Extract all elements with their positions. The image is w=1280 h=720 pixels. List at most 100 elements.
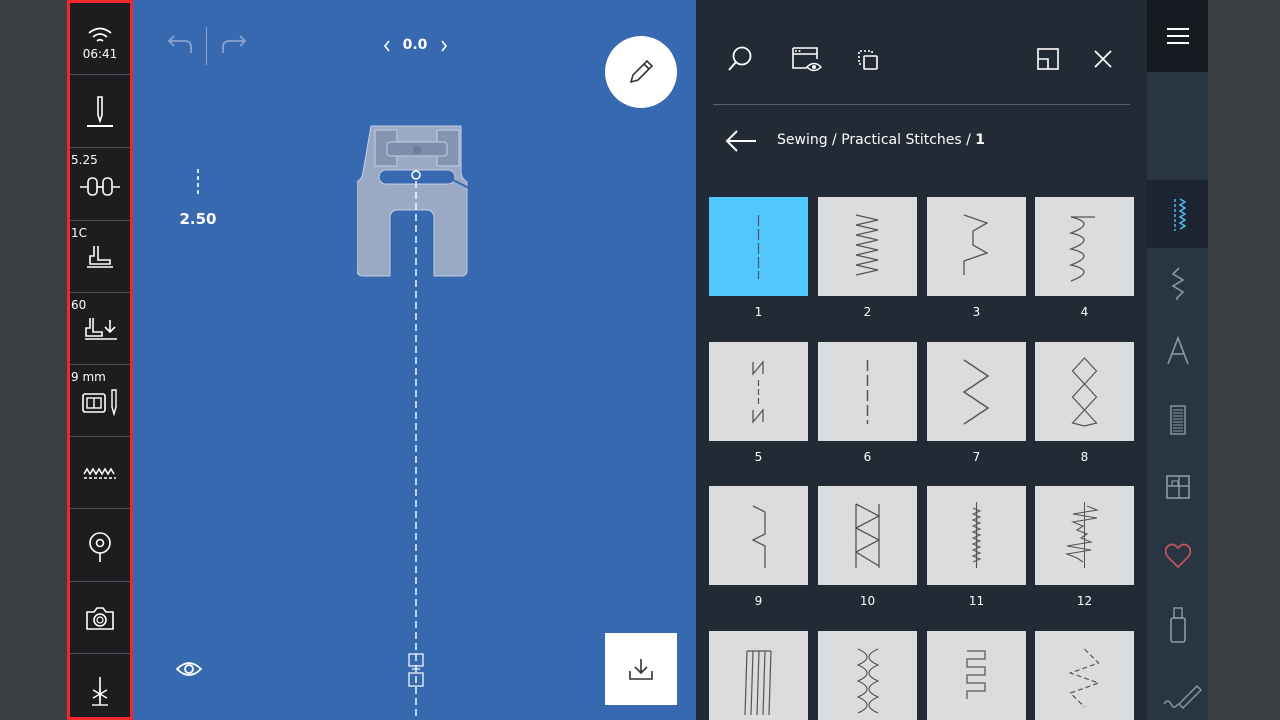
chevron-right-icon[interactable] <box>439 39 449 53</box>
hoop-needle-icon <box>82 389 117 417</box>
usb-icon <box>1170 607 1186 643</box>
stitch-number: 12 <box>1076 594 1093 608</box>
needle-stop-icon <box>92 677 108 706</box>
stitch-tile-7[interactable] <box>927 342 1026 441</box>
needle-button[interactable] <box>70 75 130 148</box>
practical-stitches-icon <box>1174 198 1187 231</box>
edit-button[interactable] <box>605 36 677 108</box>
stitch-tile-4[interactable] <box>1035 197 1134 296</box>
stitch-15-icon <box>966 650 986 699</box>
nav-alphabets[interactable] <box>1147 318 1208 386</box>
stitch-number: 7 <box>972 450 981 464</box>
needle-icon <box>87 96 113 127</box>
stitch-11-icon <box>971 502 982 568</box>
stitch-3-icon <box>963 214 989 275</box>
duplicate-icon[interactable] <box>856 48 880 72</box>
buttonholes-icon <box>1170 405 1186 435</box>
stitch-tile-10[interactable] <box>818 486 917 585</box>
menu-button[interactable] <box>1147 0 1208 72</box>
freehand-icon <box>1163 685 1202 709</box>
menu-icon <box>1167 28 1189 44</box>
stitch-6-icon <box>866 360 869 424</box>
stitch-number: 2 <box>863 305 872 319</box>
stitch-tile-1[interactable] <box>709 197 808 296</box>
alphabet-icon <box>1167 335 1189 365</box>
stitch-tile-11[interactable] <box>927 486 1026 585</box>
stitch-number: 3 <box>972 305 981 319</box>
feed-dog-button[interactable] <box>70 437 130 509</box>
stitch-tile-8[interactable] <box>1035 342 1134 441</box>
stitch-number: 9 <box>754 594 763 608</box>
download-icon <box>629 659 653 680</box>
stitch-number: 5 <box>754 450 763 464</box>
undo-icon[interactable] <box>165 33 195 57</box>
nav-decorative-stitches[interactable] <box>1147 250 1208 318</box>
stitch-tile-16[interactable] <box>1035 631 1134 720</box>
presser-foot-pressure-button[interactable]: 60 <box>70 293 130 365</box>
left-toolbar: 06:41 5.25 1C 60 9 mm <box>67 0 133 720</box>
stitch-13-icon <box>744 650 772 716</box>
camera-icon <box>86 607 114 630</box>
hoop-needle-button[interactable]: 9 mm <box>70 365 130 437</box>
stitch-14-icon <box>856 648 880 714</box>
presser-foot-button[interactable]: 1C <box>70 221 130 293</box>
camera-button[interactable] <box>70 582 130 654</box>
thread-tension-value: 5.25 <box>71 153 98 167</box>
wifi-icon <box>88 27 112 42</box>
presser-foot-icon <box>87 246 113 268</box>
search-icon[interactable] <box>726 45 754 73</box>
stitch-number: 6 <box>863 450 872 464</box>
save-button[interactable] <box>605 633 677 705</box>
stitch-8-icon <box>1071 357 1098 427</box>
breadcrumb: Sewing / Practical Stitches / 1 <box>777 132 985 148</box>
pencil-icon <box>629 59 654 84</box>
stitch-4-icon <box>1068 216 1095 282</box>
stitch-tile-13[interactable] <box>709 631 808 720</box>
nav-quilt[interactable] <box>1147 454 1208 522</box>
stitch-12-icon <box>1064 502 1100 568</box>
stitch-tile-5[interactable] <box>709 342 808 441</box>
stitch-width-value: 2.50 <box>179 210 217 228</box>
needle-stop-button[interactable] <box>70 654 130 717</box>
stitch-canvas[interactable]: 0.0 2.50 <box>133 0 696 720</box>
stitch-width-icon <box>197 169 199 195</box>
stitch-tile-12[interactable] <box>1035 486 1134 585</box>
stitch-5-icon <box>752 360 764 424</box>
nav-favorites[interactable] <box>1147 522 1208 590</box>
presser-foot-value: 1C <box>71 226 88 240</box>
stitch-tile-14[interactable] <box>818 631 917 720</box>
close-icon[interactable] <box>1093 49 1113 69</box>
thread-tension-button[interactable]: 5.25 <box>70 148 130 221</box>
stitch-10-icon <box>854 503 881 568</box>
stitch-number: 4 <box>1080 305 1089 319</box>
nav-freehand[interactable] <box>1147 660 1208 720</box>
stitch-tile-9[interactable] <box>709 486 808 585</box>
visibility-eye-icon[interactable] <box>175 658 203 680</box>
stitch-16-icon <box>1068 648 1101 708</box>
stitch-tile-2[interactable] <box>818 197 917 296</box>
redo-icon[interactable] <box>219 33 249 57</box>
bobbin-icon <box>89 532 111 562</box>
stitch-2-icon <box>855 214 879 276</box>
window-resize-icon[interactable] <box>1036 47 1060 71</box>
nav-practical-stitches[interactable] <box>1147 180 1208 248</box>
nav-buttonholes[interactable] <box>1147 386 1208 454</box>
back-arrow-icon[interactable] <box>724 128 758 154</box>
presser-foot-pressure-icon <box>85 318 117 340</box>
stitch-tile-6[interactable] <box>818 342 917 441</box>
stitch-number: 1 <box>754 305 763 319</box>
stitch-tile-15[interactable] <box>927 631 1026 720</box>
quilt-icon <box>1166 475 1190 499</box>
breadcrumb-path: Sewing / Practical Stitches / <box>777 132 976 148</box>
hoop-value: 9 mm <box>71 370 106 384</box>
bobbin-button[interactable] <box>70 509 130 582</box>
preview-window-icon[interactable] <box>791 46 823 74</box>
undo-redo-divider <box>206 27 207 65</box>
status-cell: 06:41 <box>70 3 130 75</box>
nav-usb[interactable] <box>1147 590 1208 658</box>
stitch-tile-3[interactable] <box>927 197 1026 296</box>
clock: 06:41 <box>82 47 118 61</box>
decorative-stitches-icon <box>1171 267 1185 300</box>
needle-offset-value: 0.0 <box>402 37 428 53</box>
mode-navigation <box>1147 0 1208 720</box>
